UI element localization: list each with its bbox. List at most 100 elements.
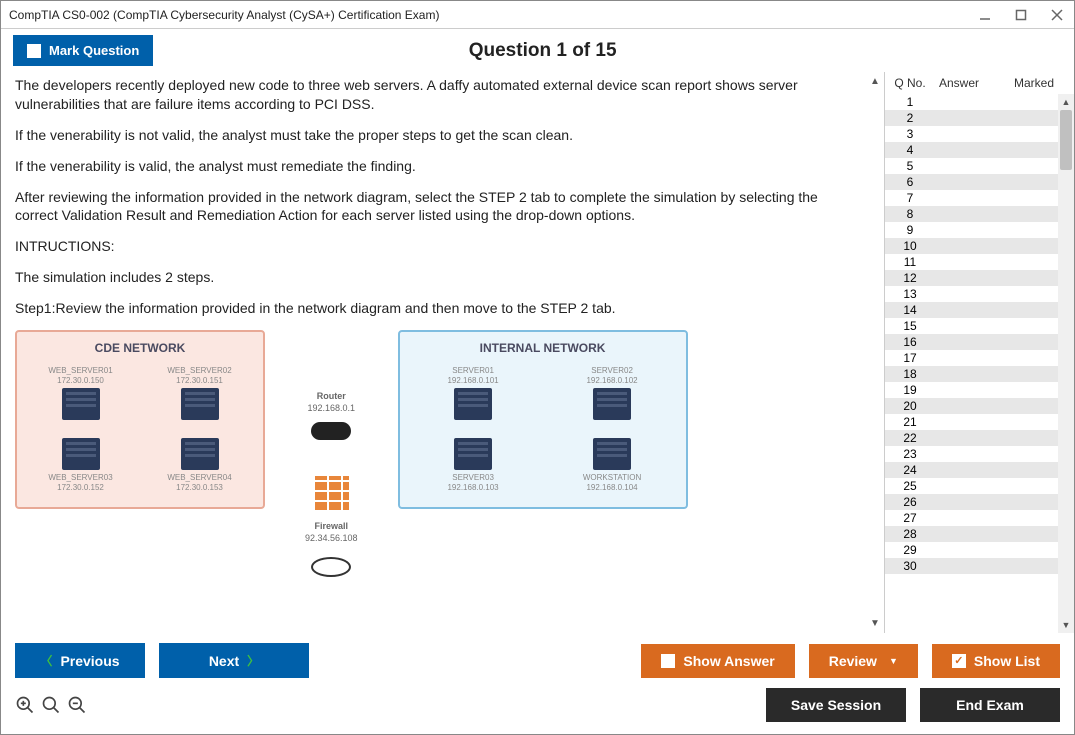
- qlist-row[interactable]: 30: [885, 558, 1058, 574]
- question-text: Step1:Review the information provided in…: [15, 299, 852, 318]
- qno-cell: 25: [885, 479, 935, 493]
- qlist-row[interactable]: 13: [885, 286, 1058, 302]
- qlist-row[interactable]: 26: [885, 494, 1058, 510]
- qlist-row[interactable]: 14: [885, 302, 1058, 318]
- server-icon: [593, 388, 631, 420]
- qlist-row[interactable]: 17: [885, 350, 1058, 366]
- qlist-row[interactable]: 21: [885, 414, 1058, 430]
- qlist-header: Q No. Answer Marked: [885, 72, 1074, 94]
- content-scrollbar[interactable]: ▲ ▼: [866, 72, 884, 633]
- qlist-row[interactable]: 28: [885, 526, 1058, 542]
- qlist-scrollbar[interactable]: ▲ ▼: [1058, 94, 1074, 633]
- show-answer-button[interactable]: Show Answer: [641, 644, 794, 678]
- qlist-row[interactable]: 6: [885, 174, 1058, 190]
- qno-cell: 21: [885, 415, 935, 429]
- zoom-in-icon[interactable]: [15, 695, 35, 715]
- next-button[interactable]: Next 〉: [159, 643, 309, 678]
- close-button[interactable]: [1048, 6, 1066, 24]
- show-list-button[interactable]: ✓ Show List: [932, 644, 1060, 678]
- mark-label: Mark Question: [49, 43, 139, 58]
- qlist-body[interactable]: 1234567891011121314151617181920212223242…: [885, 94, 1058, 633]
- body: The developers recently deployed new cod…: [1, 72, 1074, 633]
- minimize-button[interactable]: [976, 6, 994, 24]
- question-list-panel: Q No. Answer Marked 12345678910111213141…: [884, 72, 1074, 633]
- server-node: WORKSTATION192.168.0.104: [553, 435, 672, 492]
- qlist-row[interactable]: 24: [885, 462, 1058, 478]
- qno-cell: 11: [885, 255, 935, 269]
- zoom-out-icon[interactable]: [67, 695, 87, 715]
- qlist-row[interactable]: 27: [885, 510, 1058, 526]
- server-node: WEB_SERVER02172.30.0.151: [150, 366, 249, 423]
- qlist-row[interactable]: 16: [885, 334, 1058, 350]
- server-icon: [62, 438, 100, 470]
- end-exam-button[interactable]: End Exam: [920, 688, 1060, 722]
- qno-cell: 6: [885, 175, 935, 189]
- server-node: SERVER02192.168.0.102: [553, 366, 672, 423]
- qlist-row[interactable]: 29: [885, 542, 1058, 558]
- server-icon: [454, 388, 492, 420]
- qlist-row[interactable]: 11: [885, 254, 1058, 270]
- qlist-row[interactable]: 12: [885, 270, 1058, 286]
- question-text: INTRUCTIONS:: [15, 237, 852, 256]
- qlist-row[interactable]: 8: [885, 206, 1058, 222]
- qlist-row[interactable]: 4: [885, 142, 1058, 158]
- qlist-row[interactable]: 23: [885, 446, 1058, 462]
- router-icon: [311, 422, 351, 440]
- scroll-thumb[interactable]: [1060, 110, 1072, 170]
- previous-button[interactable]: 〈 Previous: [15, 643, 145, 678]
- scroll-down-icon[interactable]: ▼: [870, 618, 880, 629]
- server-node: SERVER01192.168.0.101: [414, 366, 533, 423]
- save-session-button[interactable]: Save Session: [766, 688, 906, 722]
- question-content[interactable]: The developers recently deployed new cod…: [1, 72, 866, 633]
- qno-cell: 23: [885, 447, 935, 461]
- qlist-row[interactable]: 20: [885, 398, 1058, 414]
- qno-cell: 3: [885, 127, 935, 141]
- qno-cell: 29: [885, 543, 935, 557]
- qno-cell: 12: [885, 271, 935, 285]
- qlist-row[interactable]: 25: [885, 478, 1058, 494]
- qno-cell: 18: [885, 367, 935, 381]
- internal-title: INTERNAL NETWORK: [414, 340, 672, 356]
- review-button[interactable]: Review ▼: [809, 644, 918, 678]
- qlist-row[interactable]: 10: [885, 238, 1058, 254]
- server-icon: [181, 438, 219, 470]
- qlist-row[interactable]: 18: [885, 366, 1058, 382]
- cde-network-box: CDE NETWORK WEB_SERVER01172.30.0.150 WEB…: [15, 330, 265, 509]
- qno-cell: 4: [885, 143, 935, 157]
- qlist-row[interactable]: 7: [885, 190, 1058, 206]
- question-text: The developers recently deployed new cod…: [15, 76, 852, 114]
- scroll-down-icon[interactable]: ▼: [1058, 617, 1074, 633]
- zoom-controls: [15, 695, 87, 715]
- zoom-icon[interactable]: [41, 695, 61, 715]
- qlist-row[interactable]: 15: [885, 318, 1058, 334]
- qno-cell: 22: [885, 431, 935, 445]
- qlist-row[interactable]: 5: [885, 158, 1058, 174]
- chevron-left-icon: 〈: [40, 652, 52, 669]
- mark-question-button[interactable]: Mark Question: [13, 35, 153, 66]
- qlist-row[interactable]: 2: [885, 110, 1058, 126]
- scroll-up-icon[interactable]: ▲: [1058, 94, 1074, 110]
- qno-cell: 13: [885, 287, 935, 301]
- qno-cell: 8: [885, 207, 935, 221]
- qlist-row[interactable]: 19: [885, 382, 1058, 398]
- qlist-row[interactable]: 22: [885, 430, 1058, 446]
- question-text: If the venerability is valid, the analys…: [15, 157, 852, 176]
- router-label: Router192.168.0.1: [308, 390, 356, 414]
- server-node: WEB_SERVER03172.30.0.152: [31, 435, 130, 492]
- qlist-row[interactable]: 1: [885, 94, 1058, 110]
- scroll-up-icon[interactable]: ▲: [870, 76, 880, 87]
- qlist-row[interactable]: 3: [885, 126, 1058, 142]
- qno-cell: 28: [885, 527, 935, 541]
- qno-cell: 30: [885, 559, 935, 573]
- qno-cell: 19: [885, 383, 935, 397]
- maximize-button[interactable]: [1012, 6, 1030, 24]
- app-window: CompTIA CS0-002 (CompTIA Cybersecurity A…: [0, 0, 1075, 735]
- firewall-label: Firewall92.34.56.108: [305, 520, 358, 544]
- qlist-row[interactable]: 9: [885, 222, 1058, 238]
- server-icon: [593, 438, 631, 470]
- server-icon: [62, 388, 100, 420]
- firewall-icon: [313, 476, 349, 512]
- middle-column: Router192.168.0.1 Firewall92.34.56.108: [305, 330, 358, 577]
- server-node: SERVER03192.168.0.103: [414, 435, 533, 492]
- scroll-track[interactable]: [1058, 110, 1074, 617]
